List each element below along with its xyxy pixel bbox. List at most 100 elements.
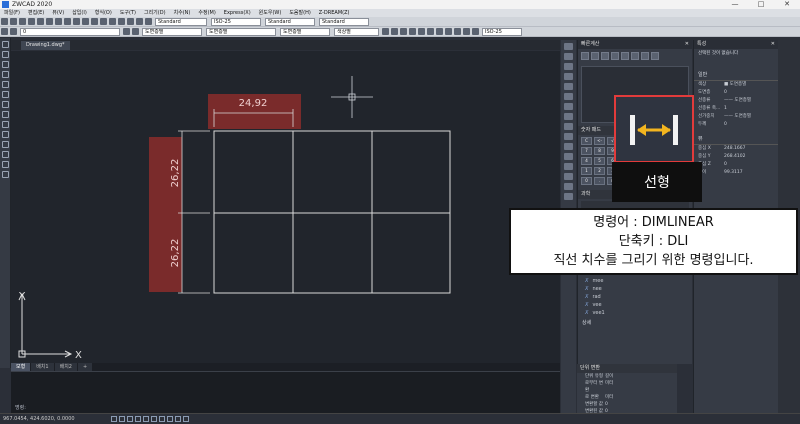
text-style-select[interactable]: Standard (155, 17, 207, 26)
pan-icon[interactable] (82, 18, 89, 25)
dim-baseline-icon[interactable] (445, 28, 452, 35)
arc-tool-icon[interactable] (2, 71, 9, 78)
redo-icon[interactable] (73, 18, 80, 25)
center-mark-icon[interactable] (472, 28, 479, 35)
modify-erase-icon[interactable] (564, 43, 573, 50)
dim-diameter-icon[interactable] (427, 28, 434, 35)
key-5[interactable]: 5 (594, 157, 605, 165)
command-window[interactable]: 명령: (11, 371, 560, 413)
modify-copy-icon[interactable] (564, 53, 573, 60)
hatch-tool-icon[interactable] (2, 121, 9, 128)
dim-style-select[interactable]: ISO-25 (211, 17, 261, 26)
circle-tool-icon[interactable] (2, 61, 9, 68)
modify-move-icon[interactable] (564, 93, 573, 100)
variable-item[interactable]: rad (581, 293, 689, 301)
properties-icon[interactable] (109, 18, 116, 25)
text-tool-icon[interactable] (2, 171, 9, 178)
modify-mirror-icon[interactable] (564, 63, 573, 70)
section-view[interactable]: 뷰 (694, 135, 778, 145)
color-select[interactable]: 도면층별 (142, 27, 202, 36)
paste-value-icon[interactable] (641, 52, 649, 60)
help-icon[interactable] (651, 52, 659, 60)
menu-tools[interactable]: 도구(T) (116, 9, 140, 17)
new-file-icon[interactable] (1, 18, 8, 25)
key-0[interactable]: 0 (581, 177, 592, 185)
maximize-button[interactable]: □ (748, 0, 774, 9)
key-backspace[interactable]: <- (594, 137, 605, 145)
modify-scale-icon[interactable] (564, 113, 573, 120)
intersection-icon[interactable] (631, 52, 639, 60)
key-7[interactable]: 7 (581, 147, 592, 155)
get-coordinates-icon[interactable] (601, 52, 609, 60)
variable-item[interactable]: vee (581, 301, 689, 309)
modify-extend-icon[interactable] (564, 143, 573, 150)
menu-zdream[interactable]: Z-DREAM(Z) (315, 9, 354, 17)
minimize-button[interactable]: — (722, 0, 748, 9)
otrack-toggle-icon[interactable] (151, 416, 157, 422)
drawing-canvas[interactable]: 24,92 26,22 26,22 Y X (11, 51, 560, 363)
line-tool-icon[interactable] (2, 41, 9, 48)
linetype-select[interactable]: 도면층별 (206, 27, 276, 36)
layer-select[interactable]: 0 (20, 27, 120, 36)
dim-arc-icon[interactable] (400, 28, 407, 35)
dim-style-right-select[interactable]: ISO-25 (482, 27, 522, 36)
menu-edit[interactable]: 편집(E) (24, 9, 48, 17)
dim-linear-icon[interactable] (382, 28, 389, 35)
grid-toggle-icon[interactable] (119, 416, 125, 422)
polygon-tool-icon[interactable] (2, 91, 9, 98)
design-center-icon[interactable] (118, 18, 125, 25)
point-tool-icon[interactable] (2, 141, 9, 148)
tab-add-layout[interactable]: + (77, 363, 93, 371)
menu-view[interactable]: 뷰(V) (48, 9, 68, 17)
variable-item[interactable]: vee1 (581, 309, 689, 317)
block-tool-icon[interactable] (2, 131, 9, 138)
modify-explode-icon[interactable] (564, 193, 573, 200)
print-icon[interactable] (28, 18, 35, 25)
unit-row[interactable]: 로 변환 미터 (577, 394, 677, 401)
copy-icon[interactable] (46, 18, 53, 25)
region-tool-icon[interactable] (2, 151, 9, 158)
modify-join-icon[interactable] (564, 163, 573, 170)
dim-aligned-icon[interactable] (391, 28, 398, 35)
menu-file[interactable]: 파일(F) (0, 9, 24, 17)
close-icon[interactable]: ✕ (771, 40, 778, 49)
selection-status[interactable]: 선택된 것이 없습니다 (694, 49, 778, 59)
tab-model[interactable]: 모형 (11, 363, 31, 371)
spline-tool-icon[interactable] (2, 111, 9, 118)
menu-modify[interactable]: 수정(M) (194, 9, 219, 17)
calculator-icon[interactable] (136, 18, 143, 25)
lineweight-toggle-icon[interactable] (159, 416, 165, 422)
polyline-tool-icon[interactable] (2, 51, 9, 58)
table-style-select[interactable]: Standard (265, 17, 315, 26)
modify-trim-icon[interactable] (564, 133, 573, 140)
layer-manager-icon[interactable] (1, 28, 8, 35)
variable-item[interactable]: mee (581, 277, 689, 285)
dim-angular-icon[interactable] (436, 28, 443, 35)
section-general[interactable]: 일반 (694, 71, 778, 81)
layer-state-icon[interactable] (10, 28, 17, 35)
unit-row[interactable]: 변환된 값0 (577, 408, 677, 415)
save-icon[interactable] (19, 18, 26, 25)
menu-dimension[interactable]: 치수(N) (170, 9, 195, 17)
ellipse-tool-icon[interactable] (2, 101, 9, 108)
variable-item[interactable]: nee (581, 285, 689, 293)
dynamic-input-toggle-icon[interactable] (167, 416, 173, 422)
key-2[interactable]: 2 (594, 167, 605, 175)
tab-layout1[interactable]: 배치1 (31, 363, 54, 371)
line-angle-icon[interactable] (621, 52, 629, 60)
dim-radius-icon[interactable] (418, 28, 425, 35)
lineweight-select[interactable]: 도면층별 (280, 27, 330, 36)
modify-fillet-icon[interactable] (564, 183, 573, 190)
polar-toggle-icon[interactable] (135, 416, 141, 422)
zoom-icon[interactable] (91, 18, 98, 25)
modify-stretch-icon[interactable] (564, 123, 573, 130)
tab-layout2[interactable]: 배치2 (54, 363, 77, 371)
key-8[interactable]: 8 (594, 147, 605, 155)
multileader-style-select[interactable]: Standard (319, 17, 369, 26)
distance-icon[interactable] (611, 52, 619, 60)
close-button[interactable]: ✕ (774, 0, 800, 9)
menu-insert[interactable]: 삽입(I) (68, 9, 91, 17)
modify-array-icon[interactable] (564, 83, 573, 90)
quick-properties-toggle-icon[interactable] (175, 416, 181, 422)
history-icon[interactable] (591, 52, 599, 60)
